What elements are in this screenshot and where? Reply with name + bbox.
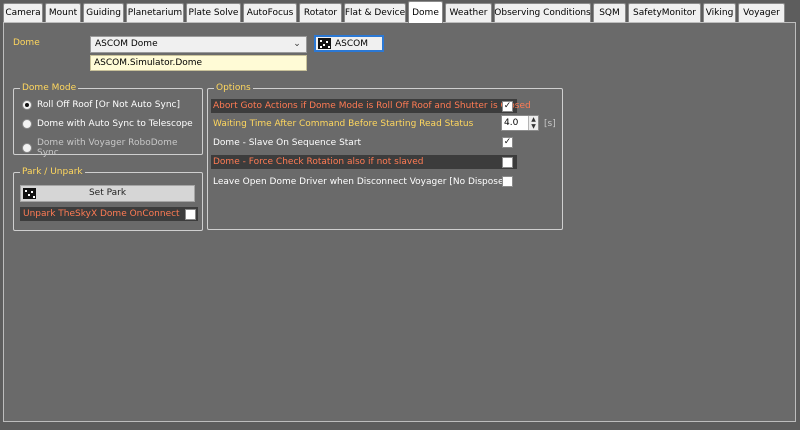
ascom-chooser-button[interactable]: ASCOM xyxy=(314,35,384,52)
radio-button[interactable] xyxy=(22,143,32,153)
tab-flat-device[interactable]: Flat & Device xyxy=(344,3,406,22)
waiting-time-label: Waiting Time After Command Before Starti… xyxy=(213,119,474,129)
dome-mode-group: Dome Mode Roll Off Roof [Or Not Auto Syn… xyxy=(13,82,203,158)
tab-dome[interactable]: Dome xyxy=(408,1,443,23)
tab-weather[interactable]: Weather xyxy=(445,3,492,22)
abort-goto-label: Abort Goto Actions if Dome Mode is Roll … xyxy=(213,101,531,111)
dome-mode-title: Dome Mode xyxy=(20,82,79,94)
starfield-icon xyxy=(318,38,331,49)
unpark-label: Unpark TheSkyX Dome OnConnect xyxy=(23,209,180,219)
options-title: Options xyxy=(214,82,253,94)
radio-roll-off-roof[interactable]: Roll Off Roof [Or Not Auto Sync] xyxy=(22,100,180,110)
checkmark-icon: ✓ xyxy=(503,137,512,147)
dome-driver-select[interactable]: ASCOM Dome ⌄ xyxy=(90,36,307,53)
waiting-time-spinner[interactable]: 4.0 ▲ ▼ xyxy=(501,115,539,131)
radio-label: Dome with Voyager RoboDome Sync xyxy=(37,138,178,158)
tab-planetarium[interactable]: Planetarium xyxy=(126,3,184,22)
radio-label: Roll Off Roof [Or Not Auto Sync] xyxy=(37,100,180,110)
tab-rotator[interactable]: Rotator xyxy=(299,3,342,22)
waiting-time-unit: [s] xyxy=(544,119,556,129)
tab-viking[interactable]: Viking xyxy=(703,3,736,22)
tab-mount[interactable]: Mount xyxy=(45,3,81,22)
waiting-time-value: 4.0 xyxy=(504,118,519,128)
radio-dome-robodome-sync[interactable]: Dome with Voyager RoboDome Sync xyxy=(22,138,202,158)
unpark-checkbox[interactable] xyxy=(185,209,196,220)
leave-open-checkbox[interactable] xyxy=(502,176,513,187)
dome-driver-value: ASCOM Dome xyxy=(95,39,158,49)
tab-sqm[interactable]: SQM xyxy=(593,3,626,22)
tab-camera[interactable]: Camera xyxy=(3,3,43,22)
checkmark-icon: ✓ xyxy=(503,101,512,111)
dome-label: Dome xyxy=(13,38,40,48)
tab-plate-solve[interactable]: Plate Solve xyxy=(186,3,241,22)
dome-driver-id: ASCOM.Simulator.Dome xyxy=(90,55,307,71)
radio-dome-auto-sync[interactable]: Dome with Auto Sync to Telescope xyxy=(22,119,193,129)
tab-safetymonitor[interactable]: SafetyMonitor xyxy=(628,3,701,22)
spinner-arrows-icon[interactable]: ▲ ▼ xyxy=(528,116,538,130)
abort-goto-checkbox[interactable]: ✓ xyxy=(502,101,513,112)
slave-on-start-checkbox[interactable]: ✓ xyxy=(502,137,513,148)
leave-open-label: Leave Open Dome Driver when Disconnect V… xyxy=(213,177,508,187)
set-park-button[interactable]: Set Park xyxy=(20,185,195,202)
radio-button[interactable] xyxy=(22,100,32,110)
set-park-label: Set Park xyxy=(88,188,127,198)
tab-bar: Camera Mount Guiding Planetarium Plate S… xyxy=(0,0,800,23)
park-unpark-title: Park / Unpark xyxy=(20,166,85,178)
tab-voyager[interactable]: Voyager xyxy=(738,3,785,22)
tab-observing-conditions[interactable]: Observing Conditions xyxy=(494,3,591,22)
chevron-down-icon: ⌄ xyxy=(293,39,301,49)
radio-button[interactable] xyxy=(22,119,32,129)
tab-guiding[interactable]: Guiding xyxy=(83,3,124,22)
force-check-checkbox[interactable] xyxy=(502,157,513,168)
ascom-button-label: ASCOM xyxy=(335,38,369,49)
radio-label: Dome with Auto Sync to Telescope xyxy=(37,119,193,129)
slave-on-start-label: Dome - Slave On Sequence Start xyxy=(213,138,362,148)
force-check-label: Dome - Force Check Rotation also if not … xyxy=(213,157,424,167)
tab-autofocus[interactable]: AutoFocus xyxy=(243,3,297,22)
